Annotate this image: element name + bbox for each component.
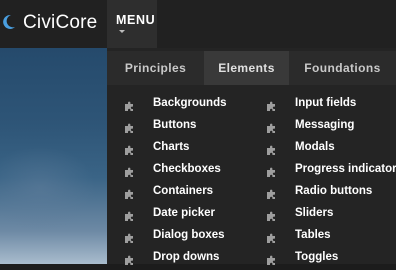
puzzle-piece-icon xyxy=(267,142,277,155)
menu-item-date-picker[interactable]: Date picker xyxy=(125,204,215,222)
menu-item-input-fields[interactable]: Input fields xyxy=(267,94,356,112)
menu-item-backgrounds[interactable]: Backgrounds xyxy=(125,94,227,112)
menu-item-label: Modals xyxy=(295,141,335,153)
puzzle-piece-icon xyxy=(125,252,135,265)
top-nav-bar: CiviCore MENU xyxy=(0,0,396,48)
menu-item-label: Containers xyxy=(153,185,214,197)
puzzle-piece-icon xyxy=(267,208,277,221)
puzzle-piece-icon xyxy=(267,230,277,243)
menu-item-label: Messaging xyxy=(295,119,355,131)
menu-item-containers[interactable]: Containers xyxy=(125,182,213,200)
menu-item-toggles[interactable]: Toggles xyxy=(267,248,338,266)
menu-item-drop-downs[interactable]: Drop downs xyxy=(125,248,219,266)
menu-item-label: Drop downs xyxy=(153,251,220,263)
puzzle-piece-icon xyxy=(267,98,277,111)
menu-item-dialog-boxes[interactable]: Dialog boxes xyxy=(125,226,225,244)
menu-item-buttons[interactable]: Buttons xyxy=(125,116,196,134)
mega-menu-dropdown: Principles Elements Foundations Backgrou… xyxy=(107,48,396,266)
menu-item-label: Dialog boxes xyxy=(153,229,225,241)
menu-item-modals[interactable]: Modals xyxy=(267,138,335,156)
menu-item-label: Charts xyxy=(153,141,190,153)
menu-item-checkboxes[interactable]: Checkboxes xyxy=(125,160,221,178)
menu-item-label: Buttons xyxy=(153,119,197,131)
puzzle-piece-icon xyxy=(125,120,135,133)
menu-item-radio-buttons[interactable]: Radio buttons xyxy=(267,182,372,200)
crescent-logo-icon xyxy=(3,14,15,29)
brand-logo[interactable]: CiviCore xyxy=(0,10,97,36)
puzzle-piece-icon xyxy=(125,186,135,199)
brand-name: CiviCore xyxy=(23,12,98,33)
menu-item-label: Backgrounds xyxy=(153,97,227,109)
puzzle-piece-icon xyxy=(267,120,277,133)
menu-item-label: Input fields xyxy=(295,97,357,109)
chevron-down-icon xyxy=(119,30,125,33)
puzzle-piece-icon xyxy=(125,230,135,243)
menu-label: MENU xyxy=(116,13,156,27)
menu-item-label: Toggles xyxy=(295,251,339,263)
tab-elements[interactable]: Elements xyxy=(204,51,289,85)
tab-foundations[interactable]: Foundations xyxy=(289,51,396,85)
tab-principles[interactable]: Principles xyxy=(107,51,204,85)
menu-item-label: Tables xyxy=(295,229,331,241)
menu-item-label: Sliders xyxy=(295,207,334,219)
menu-item-label: Checkboxes xyxy=(153,163,221,175)
puzzle-piece-icon xyxy=(125,98,135,111)
menu-button[interactable]: MENU xyxy=(107,0,157,48)
puzzle-piece-icon xyxy=(267,164,277,177)
menu-item-charts[interactable]: Charts xyxy=(125,138,189,156)
puzzle-piece-icon xyxy=(125,164,135,177)
hero-sky-background xyxy=(0,48,107,264)
puzzle-piece-icon xyxy=(267,252,277,265)
puzzle-piece-icon xyxy=(125,208,135,221)
menu-item-label: Progress indicators xyxy=(295,163,396,175)
puzzle-piece-icon xyxy=(125,142,135,155)
menu-item-messaging[interactable]: Messaging xyxy=(267,116,354,134)
menu-item-label: Date picker xyxy=(153,207,216,219)
menu-item-progress-indicators[interactable]: Progress indicators xyxy=(267,160,396,178)
menu-item-label: Radio buttons xyxy=(295,185,373,197)
mega-menu-tabs: Principles Elements Foundations xyxy=(107,51,396,85)
menu-item-sliders[interactable]: Sliders xyxy=(267,204,333,222)
puzzle-piece-icon xyxy=(267,186,277,199)
menu-item-tables[interactable]: Tables xyxy=(267,226,331,244)
